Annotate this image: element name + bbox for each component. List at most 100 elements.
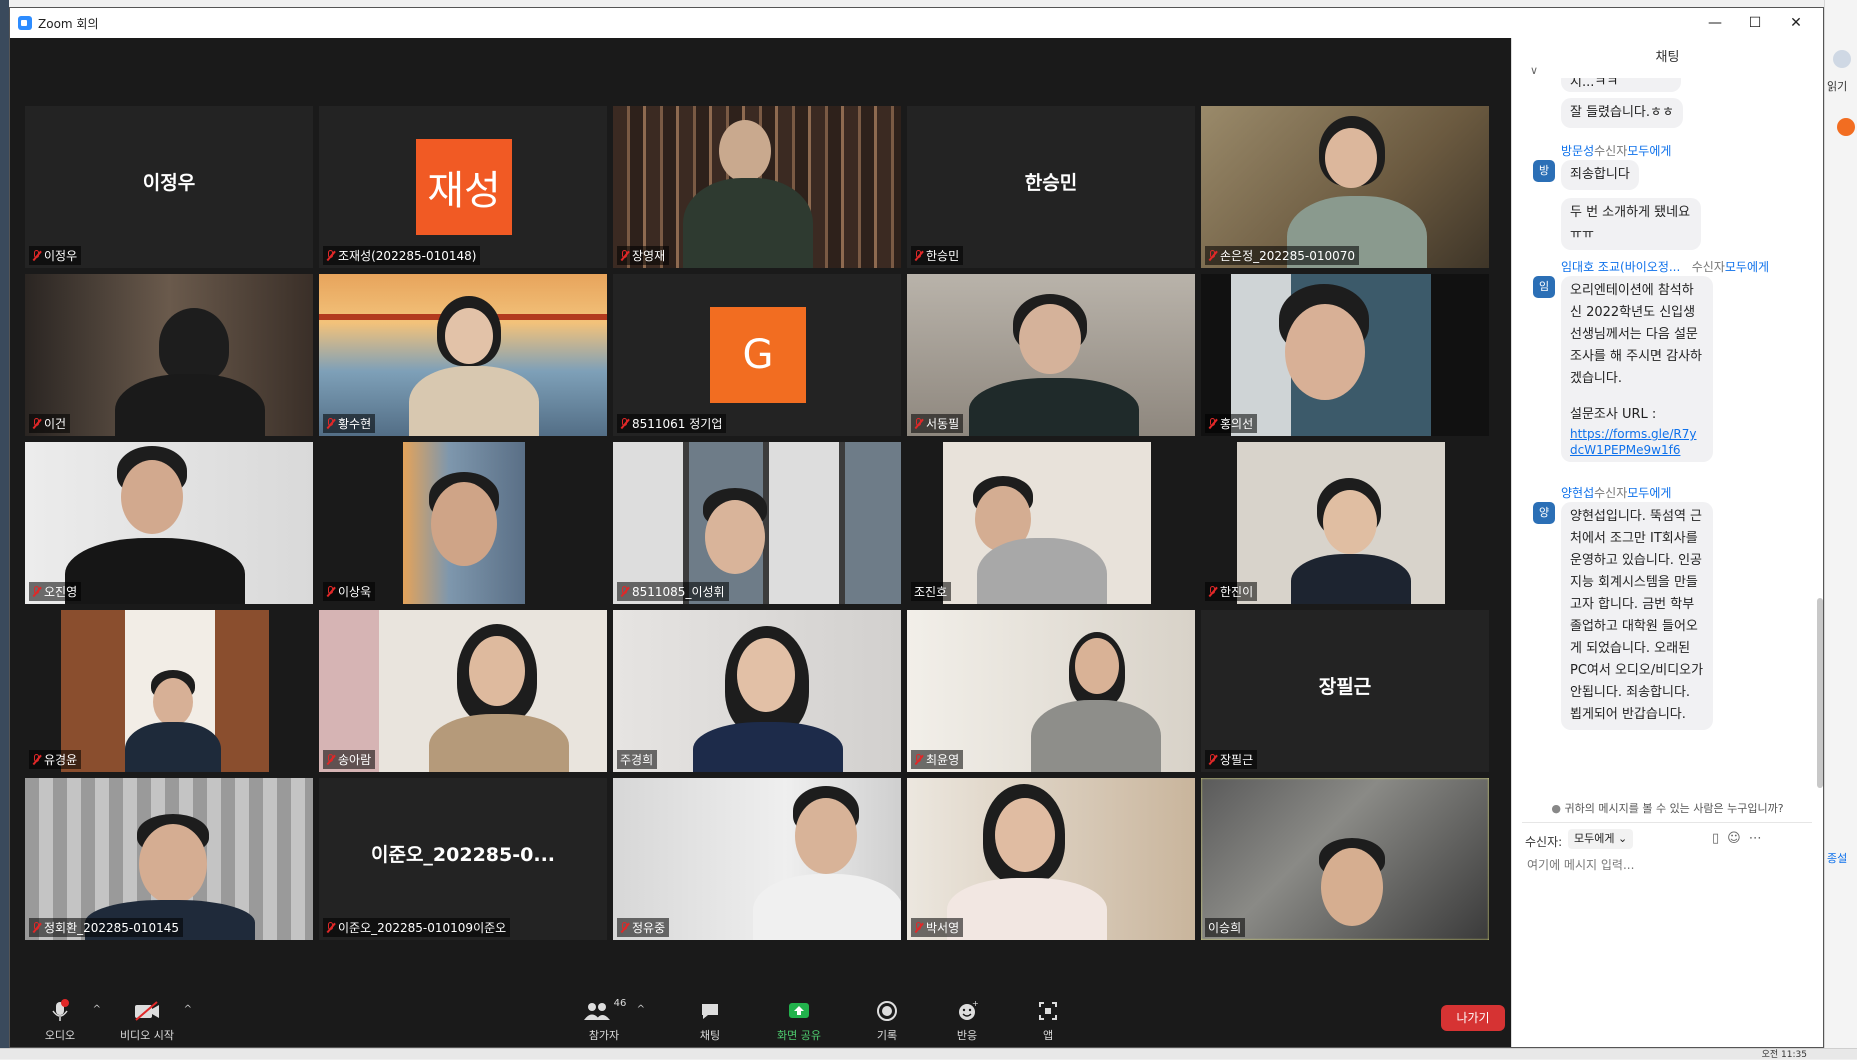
apps-icon xyxy=(1039,1002,1057,1020)
participants-options-caret[interactable]: ^ xyxy=(637,1004,645,1015)
mic-muted-icon xyxy=(914,249,923,262)
participant-label: 박서영 xyxy=(911,918,964,937)
participant-tile[interactable]: 재성 조재성(202285-010148) xyxy=(319,106,607,268)
participant-label: 황수현 xyxy=(323,414,376,433)
participant-tile[interactable]: 이상욱 xyxy=(319,442,607,604)
file-icon[interactable]: ▯ xyxy=(1712,831,1727,846)
participant-tile[interactable]: 송아람 xyxy=(319,610,607,772)
participants-button[interactable]: 46 참가자 ^ xyxy=(569,998,645,1043)
participants-label: 참가자 xyxy=(588,1029,620,1042)
sender-avatar: 양 xyxy=(1533,502,1555,524)
person-body xyxy=(683,178,813,268)
participant-label: 손은정_202285-010070 xyxy=(1205,246,1360,265)
participant-label: 홍의선 xyxy=(1205,414,1258,433)
leave-button[interactable]: 나가기 xyxy=(1441,1005,1505,1031)
notification-icon xyxy=(1837,118,1855,136)
mic-muted-icon xyxy=(1208,249,1217,262)
participant-tile[interactable]: 박서영 xyxy=(907,778,1195,940)
participant-tile[interactable]: 최윤영 xyxy=(907,610,1195,772)
mic-muted-icon xyxy=(326,417,335,430)
recipient-select[interactable]: 모두에게 ⌄ xyxy=(1568,829,1634,849)
mic-muted-icon xyxy=(620,921,629,934)
apps-button[interactable]: 앱 xyxy=(1013,998,1083,1043)
close-button[interactable]: ✕ xyxy=(1773,8,1819,38)
participant-tile[interactable]: 황수현 xyxy=(319,274,607,436)
person-body xyxy=(115,374,265,436)
person-figure xyxy=(139,824,207,904)
maximize-button[interactable]: ☐ xyxy=(1732,8,1778,38)
participant-tile[interactable]: 주경희 xyxy=(613,610,901,772)
chat-button[interactable]: 채팅 xyxy=(675,998,745,1043)
participant-tile[interactable]: 정회환_202285-010145 xyxy=(25,778,313,940)
chevron-down-icon: ⌄ xyxy=(1617,832,1628,845)
chat-header: ∨ 채팅 xyxy=(1512,38,1823,78)
mic-muted-icon xyxy=(914,921,923,934)
participant-tile[interactable]: 오진영 xyxy=(25,442,313,604)
audio-button[interactable]: 오디오 ^ xyxy=(25,998,101,1043)
person-body xyxy=(1031,700,1161,772)
record-icon xyxy=(877,1001,897,1021)
more-icon[interactable]: ⋯ xyxy=(1749,831,1770,846)
participant-tile[interactable]: G 8511061 정기업 xyxy=(613,274,901,436)
participant-name-display: 장필근 xyxy=(1318,676,1372,698)
participant-tile[interactable]: 장필근 장필근 xyxy=(1201,610,1489,772)
person-figure xyxy=(795,798,857,874)
participant-tile[interactable]: 이준오_202285-0... 이준오_202285-010109이준오 xyxy=(319,778,607,940)
share-label: 화면 공유 xyxy=(777,1029,821,1042)
person-figure xyxy=(121,460,183,534)
participant-tile[interactable]: 유경윤 xyxy=(25,610,313,772)
video-options-caret[interactable]: ^ xyxy=(184,1004,192,1015)
reaction-smiley-icon: + xyxy=(959,1000,978,1020)
person-figure xyxy=(1285,304,1365,400)
sender-avatar: 임 xyxy=(1533,276,1555,298)
participant-avatar: G xyxy=(710,307,806,403)
emoji-icon[interactable]: ☺ xyxy=(1727,831,1749,846)
mic-muted-icon xyxy=(914,417,923,430)
participant-tile[interactable]: 정유중 xyxy=(613,778,901,940)
video-off-icon xyxy=(135,1001,159,1021)
participant-tile[interactable]: 이건 xyxy=(25,274,313,436)
reactions-button[interactable]: + 반응 xyxy=(932,998,1002,1043)
record-label: 기록 xyxy=(876,1029,898,1042)
chat-title: 채팅 xyxy=(1655,50,1680,65)
start-video-button[interactable]: 비디오 시작 ^ xyxy=(104,998,192,1043)
person-figure xyxy=(153,678,193,726)
participant-name-display: 이준오_202285-0... xyxy=(370,844,556,866)
zoom-logo-icon xyxy=(18,16,32,30)
message-sender: 방문성수신자모두에게 xyxy=(1561,144,1672,158)
record-button[interactable]: 기록 xyxy=(852,998,922,1043)
participant-tile[interactable]: 이정우 이정우 xyxy=(25,106,313,268)
participant-tile[interactable]: 손은정_202285-010070 xyxy=(1201,106,1489,268)
active-speaker-tile[interactable]: 이승희 xyxy=(1201,778,1489,940)
chat-scrollbar[interactable] xyxy=(1817,598,1823,788)
mic-muted-icon xyxy=(32,417,41,430)
chat-message: 잘 들렸습니다.ㅎㅎ xyxy=(1561,98,1683,128)
participant-tile[interactable]: 서동필 xyxy=(907,274,1195,436)
participant-name-display: 이정우 xyxy=(142,172,196,194)
mic-muted-icon xyxy=(326,921,335,934)
message-text: 오리엔테이션에 참석하신 2022학년도 신입생 선생님께서는 다음 설문조사를… xyxy=(1570,283,1702,386)
participant-label: 유경윤 xyxy=(29,750,82,769)
share-screen-button[interactable]: 화면 공유 xyxy=(764,998,834,1043)
participant-tile[interactable]: 8511085_이성휘 xyxy=(613,442,901,604)
mic-muted-icon xyxy=(326,585,335,598)
audio-options-caret[interactable]: ^ xyxy=(93,1004,101,1015)
chat-divider xyxy=(1522,822,1812,823)
message-visibility-info[interactable]: ● 귀하의 메시지를 볼 수 있는 사람은 누구입니까? xyxy=(1512,800,1823,816)
participant-tile[interactable]: 한승민 한승민 xyxy=(907,106,1195,268)
participant-tile[interactable]: 조진호 xyxy=(907,442,1195,604)
person-figure xyxy=(705,500,765,574)
participant-label: 이정우 xyxy=(29,246,82,265)
survey-link[interactable]: https://forms.gle/R7ydcW1PEPMe9w1f6 xyxy=(1570,426,1704,458)
participant-tile[interactable]: 장영재 xyxy=(613,106,901,268)
participant-tile[interactable]: 한진이 xyxy=(1201,442,1489,604)
mic-muted-icon xyxy=(32,753,41,766)
participant-tile[interactable]: 홍의선 xyxy=(1201,274,1489,436)
reactions-label: 반응 xyxy=(956,1029,978,1042)
participant-label: 정유중 xyxy=(617,918,670,937)
sender-avatar: 방 xyxy=(1533,160,1555,182)
chat-message-input[interactable] xyxy=(1525,854,1809,876)
recipient-label: 수신자: xyxy=(1525,835,1563,849)
window-title: Zoom 회의 xyxy=(38,17,99,31)
meeting-toolbar: 오디오 ^ 비디오 시작 ^ 46 참가자 ^ 채팅 화면 공유 기록 + 반응… xyxy=(10,992,1511,1047)
